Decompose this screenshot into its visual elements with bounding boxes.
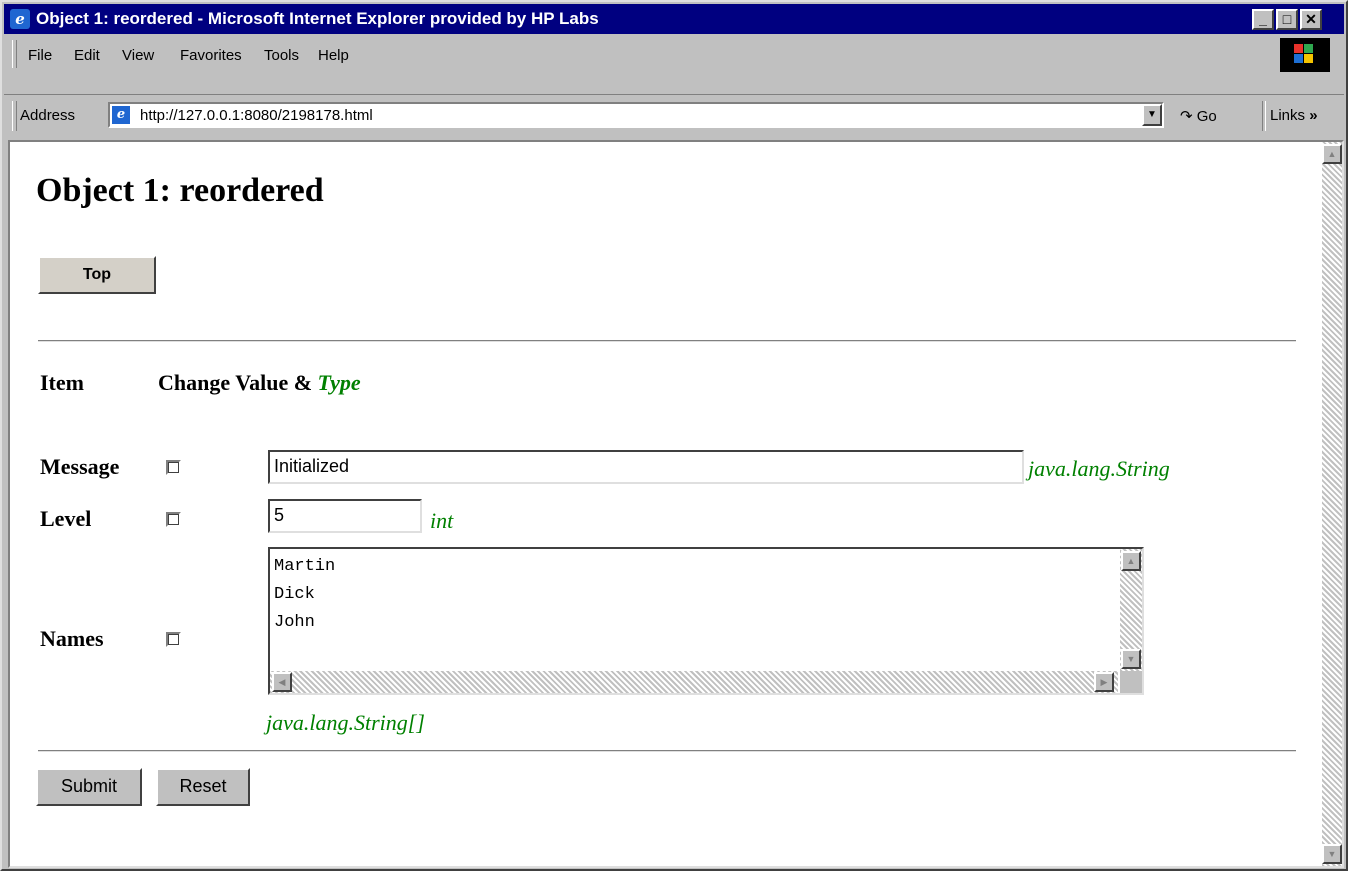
address-url[interactable]: http://127.0.0.1:8080/2198178.html xyxy=(140,107,373,124)
page-icon: e xyxy=(112,106,130,124)
page-content: Object 1: reordered Top Item Change Valu… xyxy=(10,142,1322,866)
toolbar-grip[interactable] xyxy=(12,101,17,131)
address-label: Address xyxy=(20,107,76,124)
top-button[interactable]: Top xyxy=(38,256,156,294)
page-title: Object 1: reordered xyxy=(36,172,324,209)
column-header-change: Change Value & Type xyxy=(158,370,361,396)
menu-favorites[interactable]: Favorites xyxy=(180,47,242,64)
toolbar-separator xyxy=(1262,101,1266,131)
links-button[interactable]: Links » xyxy=(1270,107,1318,124)
menu-tools[interactable]: Tools xyxy=(264,47,299,64)
level-label: Level xyxy=(40,506,92,531)
menu-edit[interactable]: Edit xyxy=(74,47,100,64)
address-input[interactable]: e http://127.0.0.1:8080/2198178.html ▼ xyxy=(108,102,1164,128)
toolbar-grip[interactable] xyxy=(12,40,17,68)
maximize-button[interactable]: □ xyxy=(1276,9,1298,30)
names-checkbox[interactable] xyxy=(166,632,181,647)
menu-file[interactable]: File xyxy=(28,47,52,64)
message-input[interactable]: Initialized xyxy=(268,450,1024,484)
divider xyxy=(38,340,1296,342)
header-type-text: Type xyxy=(317,370,361,395)
scroll-left-icon[interactable]: ◀ xyxy=(272,672,292,692)
column-header-item: Item xyxy=(40,370,84,395)
level-input[interactable]: 5 xyxy=(268,499,422,533)
go-label: Go xyxy=(1196,108,1217,125)
ie-icon: e xyxy=(10,9,30,29)
message-type: java.lang.String xyxy=(1028,456,1170,481)
names-text: Martin Dick John xyxy=(274,553,335,637)
names-type: java.lang.String[] xyxy=(266,710,425,735)
close-button[interactable]: ✕ xyxy=(1300,9,1322,30)
names-textarea[interactable]: Martin Dick John ▲ ▼ ◀ ▶ xyxy=(268,547,1144,695)
page-viewport: Object 1: reordered Top Item Change Valu… xyxy=(8,140,1344,868)
level-type: int xyxy=(430,508,454,533)
go-button[interactable]: ↷ Go xyxy=(1180,107,1217,125)
submit-button[interactable]: Submit xyxy=(36,768,142,806)
menu-help[interactable]: Help xyxy=(318,47,349,64)
level-checkbox[interactable] xyxy=(166,512,181,527)
divider xyxy=(38,750,1296,752)
chevron-right-icon: » xyxy=(1309,107,1318,124)
scroll-down-icon[interactable]: ▼ xyxy=(1121,649,1141,669)
page-vertical-scrollbar[interactable]: ▲ ▼ xyxy=(1322,142,1342,866)
names-line: Martin xyxy=(274,557,336,576)
scroll-right-icon[interactable]: ▶ xyxy=(1094,672,1114,692)
names-line: Dick xyxy=(274,585,315,604)
window-title: Object 1: reordered - Microsoft Internet… xyxy=(36,9,599,28)
names-horizontal-scrollbar[interactable]: ◀ ▶ xyxy=(270,671,1118,693)
scroll-up-icon[interactable]: ▲ xyxy=(1121,551,1141,571)
links-label: Links xyxy=(1270,107,1306,124)
windows-logo-icon xyxy=(1280,38,1330,72)
names-vertical-scrollbar[interactable]: ▲ ▼ xyxy=(1120,549,1142,671)
message-label: Message xyxy=(40,454,120,479)
header-change-text: Change Value & xyxy=(158,370,313,395)
scroll-down-icon[interactable]: ▼ xyxy=(1322,844,1342,864)
menu-view[interactable]: View xyxy=(122,47,154,64)
go-arrow-icon: ↷ xyxy=(1180,108,1193,125)
title-bar[interactable]: e Object 1: reordered - Microsoft Intern… xyxy=(4,4,1344,34)
address-toolbar: Address e http://127.0.0.1:8080/2198178.… xyxy=(4,94,1344,137)
browser-window: e Object 1: reordered - Microsoft Intern… xyxy=(0,0,1348,871)
address-dropdown-button[interactable]: ▼ xyxy=(1142,104,1162,126)
message-checkbox[interactable] xyxy=(166,460,181,475)
names-line: John xyxy=(274,613,315,632)
reset-button[interactable]: Reset xyxy=(156,768,250,806)
menu-bar: File Edit View Favorites Tools Help xyxy=(4,36,1344,90)
minimize-button[interactable]: _ xyxy=(1252,9,1274,30)
scrollbar-corner xyxy=(1120,671,1142,693)
names-label: Names xyxy=(40,626,104,651)
scroll-up-icon[interactable]: ▲ xyxy=(1322,144,1342,164)
